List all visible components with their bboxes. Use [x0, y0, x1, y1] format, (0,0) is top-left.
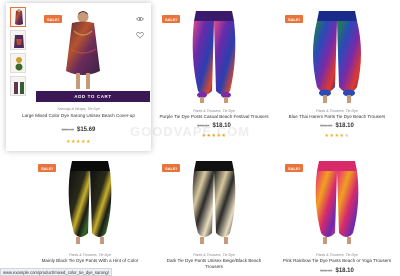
- thumbnail[interactable]: [10, 7, 26, 27]
- star-rating: ★★★★★: [324, 133, 350, 139]
- product-card[interactable]: SALE! Pants & Trousers, Tie Dye Dark Tie…: [154, 157, 274, 269]
- product-image[interactable]: [188, 159, 240, 245]
- product-title[interactable]: Purple Tie Dye Posts Casual Beach Festiv…: [154, 114, 274, 120]
- product-image[interactable]: [309, 7, 365, 105]
- product-category[interactable]: Pants & Trousers, Tie Dye: [154, 253, 274, 257]
- sale-price: $15.69: [77, 127, 96, 133]
- old-price: $36.00: [320, 268, 333, 273]
- product-price: $36.00 $18.10: [277, 123, 397, 129]
- product-category[interactable]: Pants & Trousers, Tie Dye: [277, 109, 397, 113]
- heart-icon[interactable]: [136, 31, 144, 39]
- sale-badge: SALE!: [285, 15, 303, 23]
- thumbnail-strip: [10, 7, 30, 99]
- old-price: $36.00: [320, 123, 333, 128]
- add-to-cart-button[interactable]: ADD TO CART: [36, 91, 150, 102]
- product-title[interactable]: Mainly Black Tie Dye Pants With a Hint o…: [30, 258, 150, 264]
- product-image[interactable]: [188, 7, 240, 105]
- product-card[interactable]: SALE! Pants & Trousers, Tie Dye Pink Rai…: [277, 157, 397, 274]
- product-title[interactable]: Pink Rainbow Tie Dye Pants Beach or Yoga…: [277, 258, 397, 264]
- sale-badge: SALE!: [44, 15, 62, 23]
- status-bar-url: www.example.com/product/mixed_color_tie_…: [0, 268, 112, 276]
- sale-price: $18.10: [335, 268, 354, 274]
- sale-badge: SALE!: [162, 164, 180, 172]
- product-price: $36.00 $18.10: [277, 268, 397, 274]
- product-category[interactable]: Pants & Trousers, Tie Dye: [277, 253, 397, 257]
- product-card[interactable]: SALE! Pants & Trousers, Tie Dye Mainly B…: [30, 157, 150, 269]
- product-category[interactable]: Pants & Trousers, Tie Dye: [154, 109, 274, 113]
- star-rating: ★★★★★: [66, 139, 91, 145]
- sale-badge: SALE!: [38, 164, 56, 172]
- sale-badge: SALE!: [162, 15, 180, 23]
- product-category[interactable]: Pants & Trousers, Tie Dye: [30, 253, 150, 257]
- product-image[interactable]: [64, 159, 116, 245]
- watermark: GOODVAPE.COM: [130, 124, 251, 139]
- old-price: $30.00: [61, 127, 74, 132]
- thumbnail[interactable]: [10, 53, 26, 73]
- product-title[interactable]: Large Mixed Color Dye Sarong Unisex Beac…: [10, 113, 147, 119]
- sale-badge: SALE!: [285, 164, 303, 172]
- sale-price: $18.10: [335, 123, 354, 129]
- product-title[interactable]: Blue Thai Harem Parts Tie Dye Beach Trou…: [277, 114, 397, 120]
- product-card[interactable]: SALE! Pants & Trousers, Tie Dye Blue Tha…: [277, 3, 397, 151]
- eye-icon[interactable]: [136, 15, 144, 23]
- product-title[interactable]: Dark Tie Dye Pants Unisex Beige/Black Be…: [160, 258, 268, 269]
- thumbnail[interactable]: [10, 76, 26, 96]
- product-image[interactable]: [311, 159, 363, 245]
- thumbnail[interactable]: [10, 30, 26, 50]
- product-category[interactable]: Sarongs & Wraps, Tie Dye: [6, 107, 151, 111]
